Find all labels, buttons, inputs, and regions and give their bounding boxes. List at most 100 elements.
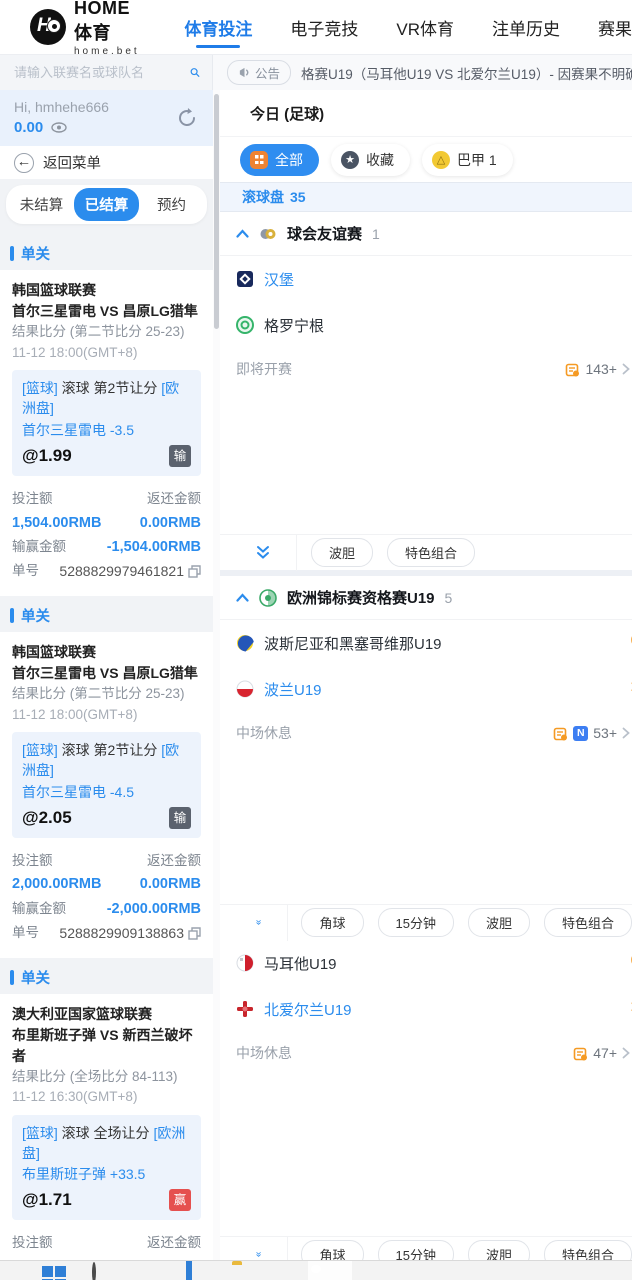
- page-title: 今日 (足球): [220, 90, 632, 136]
- filter-favorites-label: 收藏: [366, 151, 394, 168]
- bet-type-text: 单关: [21, 247, 50, 263]
- section-header-euro-u19[interactable]: 欧洲锦标赛资格赛U19 5: [220, 576, 632, 620]
- bet-selection-box[interactable]: [篮球] 滚球 第2节让分 [欧洲盘] 首尔三星雷电 -3.5 @1.99 输: [12, 370, 201, 476]
- chevron-up-icon[interactable]: [236, 229, 249, 238]
- search-bar: [0, 55, 213, 90]
- away-team-name[interactable]: 北爱尔兰U19: [264, 999, 352, 1020]
- filter-all[interactable]: 全部: [240, 143, 319, 176]
- sidebar-scrollbar: [213, 90, 220, 1280]
- section-count: 5: [444, 589, 453, 606]
- chip-correct-score[interactable]: 波胆: [311, 538, 374, 567]
- announcement-badge-label: 公告: [255, 67, 281, 81]
- brand-logo[interactable]: H HOME体育 home.bet: [0, 0, 158, 57]
- chevron-up-icon[interactable]: [236, 593, 249, 602]
- nav-vr-sports[interactable]: VR体育: [396, 1, 454, 54]
- nav-results[interactable]: 赛果: [598, 1, 632, 54]
- sub-header: 公告 格赛U19（马耳他U19 VS 北爱尔兰U19）- 因赛果不明确，赛果将: [0, 55, 632, 90]
- odds-value: @1.71: [22, 1190, 72, 1210]
- taskbar-window-app-icon[interactable]: [186, 1261, 212, 1280]
- away-team-row[interactable]: 北爱尔兰U19 1: [220, 986, 632, 1032]
- filter-favorites[interactable]: ★ 收藏: [331, 143, 410, 176]
- match-status: 即将开赛: [236, 361, 292, 377]
- taskbar-cloud-app-icon[interactable]: [412, 1264, 438, 1280]
- markets-count[interactable]: N 53+: [553, 725, 630, 741]
- market-name: 滚球 第2节让分: [61, 741, 158, 758]
- away-team-row[interactable]: 格罗宁根: [220, 302, 632, 348]
- file-explorer-icon[interactable]: [232, 1264, 258, 1280]
- sport-tag: [篮球]: [22, 741, 58, 758]
- star-icon: ★: [341, 150, 359, 169]
- extra-markets-row: 角球 15分钟 波胆 特色组合: [220, 904, 632, 941]
- slip-teams: 首尔三星雷电 VS 昌原LG猎隼: [12, 664, 198, 681]
- outcome-badge-lose: 输: [169, 806, 191, 829]
- expand-double-chevron-icon[interactable]: [256, 915, 261, 930]
- slip-result-score: 结果比分 (第二节比分 25-23): [12, 324, 185, 339]
- home-team-row[interactable]: 马耳他U19 0: [220, 940, 632, 986]
- odds-area-empty: [220, 390, 632, 534]
- user-greeting: Hi, hmhehe666: [14, 99, 109, 115]
- order-number: 5288829979461821: [59, 562, 184, 579]
- search-input[interactable]: [14, 65, 190, 80]
- scrollbar-thumb[interactable]: [214, 94, 219, 329]
- back-to-menu-button[interactable]: ← 返回菜单: [0, 146, 213, 179]
- section-count: 1: [372, 225, 380, 242]
- copy-icon[interactable]: [188, 565, 201, 579]
- away-team-row[interactable]: 波兰U19 1: [220, 666, 632, 712]
- blue-bar-icon: [10, 969, 14, 985]
- chip-special-combo[interactable]: 特色组合: [543, 908, 632, 937]
- markets-count[interactable]: 143+: [565, 361, 630, 377]
- slip-result-score: 结果比分 (第二节比分 25-23): [12, 685, 185, 701]
- taskbar-app-orange-icon[interactable]: [278, 1264, 304, 1280]
- home-team-row[interactable]: 汉堡: [220, 256, 632, 302]
- home-team-name[interactable]: 波斯尼亚和黑塞哥维那U19: [264, 633, 442, 654]
- nav-esports[interactable]: 电子竞技: [290, 1, 358, 54]
- eye-icon[interactable]: [51, 122, 67, 133]
- refund-value: 0.00RMB: [139, 514, 201, 531]
- taskbar-app-gray-icon[interactable]: [140, 1264, 166, 1280]
- announcement-bar: 公告 格赛U19（马耳他U19 VS 北爱尔兰U19）- 因赛果不明确，赛果将: [213, 55, 632, 90]
- chip-correct-score[interactable]: 波胆: [467, 908, 530, 937]
- bet-selection-box[interactable]: [篮球] 滚球 全场让分 [欧洲盘] 布里斯班子弹 +33.5 @1.71 赢: [12, 1114, 201, 1221]
- search-icon[interactable]: [190, 64, 200, 81]
- chip-corners[interactable]: 角球: [301, 908, 364, 937]
- amounts-block: 投注额 返还金额 2,000.00RMB 0.00RMB 输赢金额 -2,000…: [12, 850, 201, 946]
- stake-label: 投注额: [12, 490, 53, 506]
- taskbar-search-icon[interactable]: [92, 1262, 118, 1280]
- markets-count[interactable]: 47+: [573, 1045, 630, 1061]
- page-title-text: 今日 (足球): [250, 105, 325, 123]
- bet-type-label: 单关: [0, 958, 213, 994]
- malta-u19-logo: [236, 954, 254, 972]
- section-header-friendly[interactable]: 球会友谊赛 1: [220, 212, 632, 256]
- nav-bet-history[interactable]: 注单历史: [492, 1, 560, 54]
- taskbar-app-green-icon[interactable]: [458, 1264, 484, 1280]
- refresh-icon[interactable]: [175, 106, 199, 130]
- match-status-row[interactable]: 中场休息 N 53+: [220, 712, 632, 754]
- tab-settled[interactable]: 已结算: [74, 188, 139, 221]
- match-status-row[interactable]: 即将开赛 143+: [220, 348, 632, 390]
- start-button[interactable]: [42, 1264, 68, 1280]
- chip-15min[interactable]: 15分钟: [377, 908, 454, 937]
- home-team-name[interactable]: 汉堡: [264, 269, 294, 290]
- away-team-name[interactable]: 波兰U19: [264, 679, 322, 700]
- live-markets-row[interactable]: 滚球盘 35: [220, 182, 632, 212]
- qq-app-icon[interactable]: [308, 1261, 352, 1280]
- tab-unsettled[interactable]: 未结算: [9, 188, 74, 221]
- home-team-name[interactable]: 马耳他U19: [264, 953, 337, 974]
- pick-name: 布里斯班子弹 +33.5: [22, 1166, 146, 1183]
- extra-markets-row: 波胆 特色组合: [220, 534, 632, 571]
- odds-value: @1.99: [22, 445, 72, 465]
- nav-sports-betting[interactable]: 体育投注: [184, 1, 252, 54]
- copy-icon[interactable]: [188, 927, 201, 940]
- outcome-badge-lose: 输: [169, 444, 191, 467]
- filter-league-baja[interactable]: △ 巴甲 1: [422, 143, 513, 176]
- expand-double-chevron-icon[interactable]: [256, 545, 270, 560]
- tab-reserved[interactable]: 预约: [139, 188, 204, 221]
- bet-selection-box[interactable]: [篮球] 滚球 第2节让分 [欧洲盘] 首尔三星雷电 -4.5 @2.05 输: [12, 731, 201, 838]
- home-team-row[interactable]: 波斯尼亚和黑塞哥维那U19 0: [220, 620, 632, 666]
- chip-special-combo[interactable]: 特色组合: [387, 538, 476, 567]
- announcement-badge: 公告: [227, 60, 292, 85]
- chrome-icon[interactable]: [366, 1264, 392, 1280]
- match-status-row[interactable]: 中场休息 47+: [220, 1032, 632, 1074]
- refund-value: 0.00RMB: [139, 876, 201, 893]
- away-team-name[interactable]: 格罗宁根: [264, 315, 324, 336]
